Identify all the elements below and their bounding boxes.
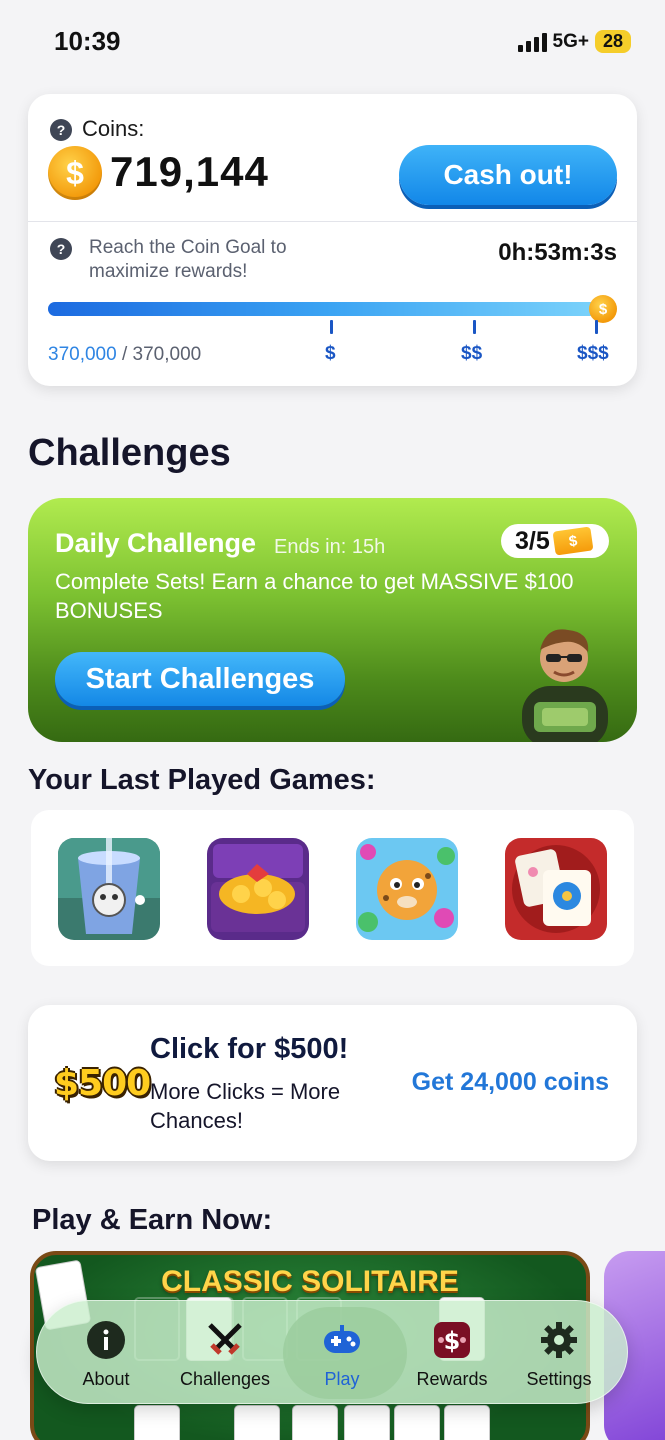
battery-icon: 28 [594,30,631,53]
last-played-games [31,810,634,966]
cash-out-button[interactable]: Cash out! [399,145,617,205]
divider [28,221,637,222]
nav-label: About [82,1369,130,1389]
progress-fill [48,302,604,316]
nav-label: Play [324,1369,360,1389]
nav-label: Challenges [179,1369,271,1389]
status-indicators: 5G+ 28 [517,30,631,53]
daily-challenge-ends: Ends in: 15h [274,536,386,558]
coin-goal-timer: 0h:53m:3s [498,239,617,266]
mahjong-flower-game-icon[interactable] [505,838,607,940]
playing-card-icon [344,1405,390,1440]
coin-goal-progress-bar [48,302,604,316]
start-challenges-button[interactable]: Start Challenges [55,652,345,706]
coin-balance-section: ? Coins: $ 719,144 Cash out! [28,94,637,221]
challenges-heading: Challenges [28,432,231,474]
solitaire-title: CLASSIC SOLITAIRE [161,1265,459,1298]
progress-text: 370,000 / 370,000 [48,344,201,366]
nav-play[interactable]: Play [283,1301,407,1405]
status-time: 10:39 [54,26,121,56]
nav-label: Rewards [416,1369,488,1389]
gamepad-icon [321,1319,363,1361]
playing-card-icon [292,1405,338,1440]
get-coins-link[interactable]: Get 24,000 coins [412,1068,609,1097]
network-type: 5G+ [552,30,589,52]
info-icon [85,1319,127,1361]
promo-title: Click for $500! [150,1033,349,1065]
tier-label: $ [325,343,336,364]
tier-tick [473,320,476,334]
tier-label: $$ [461,343,483,364]
ticket-icon: $ [552,526,594,556]
gear-icon [538,1319,580,1361]
promo-subtitle: More Clicks = More Chances! [150,1079,341,1133]
tier-label: $$$ [577,343,609,364]
tier-tick [595,320,598,334]
signal-icon [517,32,547,52]
coins-label: Coins: [82,116,145,141]
progress-separator: / [116,344,133,365]
daily-challenge-title: Daily Challenge [55,528,257,558]
mascot-character-icon [522,629,608,742]
nav-settings[interactable]: Settings [500,1301,618,1405]
daily-challenge-card[interactable]: Daily Challenge Ends in: 15h 3/5 $ Compl… [28,498,637,742]
coin-icon: $ [589,295,617,323]
play-earn-heading: Play & Earn Now: [32,1204,273,1236]
bottom-nav: About Challenges Play $ Rewards Settings [36,1300,628,1404]
playing-card-icon [134,1405,180,1440]
cheetah-bubble-game-icon[interactable] [356,838,458,940]
500-badge-icon: $500 [54,1063,151,1104]
nav-about[interactable]: About [47,1301,165,1405]
ball-drop-game-icon[interactable] [58,838,160,940]
playing-card-icon [444,1405,490,1440]
progress-target: 370,000 [132,344,202,365]
status-bar: 10:39 5G+ 28 [0,0,665,86]
daily-challenge-progress-badge: 3/5 $ [501,524,609,558]
question-icon[interactable]: ? [50,238,72,260]
daily-challenge-progress: 3/5 [515,526,550,555]
coin-card: ? Coins: $ 719,144 Cash out! ? Reach the… [28,94,637,386]
click-for-500-card[interactable]: $500 Click for $500! More Clicks = More … [28,1005,637,1161]
coin-balance: 719,144 [110,148,269,195]
playing-card-icon [234,1405,280,1440]
crossed-swords-icon [204,1319,246,1361]
cash-icon: $ [431,1319,473,1361]
playing-card-icon [394,1405,440,1440]
question-icon[interactable]: ? [50,119,72,141]
last-played-heading: Your Last Played Games: [28,764,376,796]
nav-challenges[interactable]: Challenges [166,1301,284,1405]
svg-text:$: $ [444,1327,461,1355]
nav-rewards[interactable]: $ Rewards [393,1301,511,1405]
nav-label: Settings [526,1369,592,1389]
treasure-chest-game-icon[interactable] [207,838,309,940]
coin-icon: $ [48,146,102,200]
tier-tick [330,320,333,334]
coin-goal-text: Reach the Coin Goal to maximize rewards! [89,237,287,282]
progress-current: 370,000 [48,344,117,365]
